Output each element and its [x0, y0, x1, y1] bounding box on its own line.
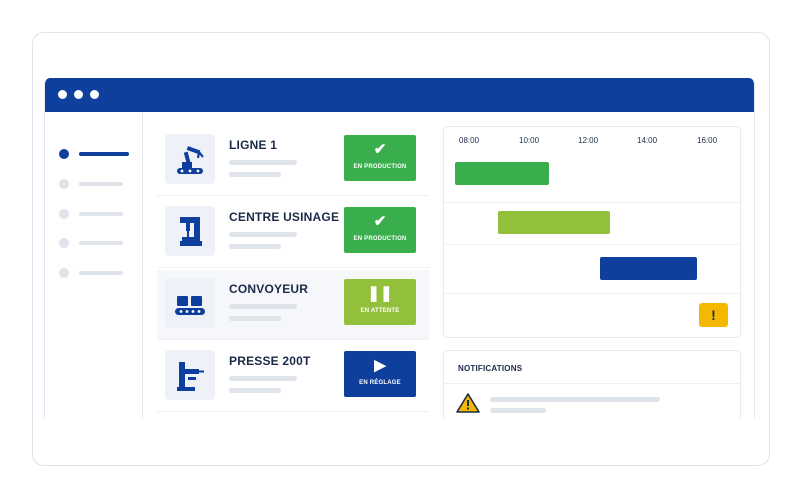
notifications-title: NOTIFICATIONS	[458, 364, 523, 373]
notifications-panel: NOTIFICATIONS	[443, 350, 741, 418]
gantt-bar-waiting[interactable]	[498, 211, 610, 234]
cnc-machine-icon	[165, 206, 215, 256]
machine-name: CONVOYEUR	[229, 282, 309, 296]
machine-row[interactable]: LIGNE 1 ✔ EN PRODUCTION	[157, 126, 429, 196]
gantt-timeline: 08:00 10:00 12:00 14:00 16:00 !	[443, 126, 741, 338]
sidebar-item-placeholder	[79, 241, 123, 245]
sidebar-bullet	[59, 209, 69, 219]
conveyor-icon	[165, 278, 215, 328]
robot-arm-icon	[165, 134, 215, 184]
machine-list: LIGNE 1 ✔ EN PRODUCTION CENTRE USINAGE ✔…	[157, 126, 429, 418]
sidebar-bullet	[59, 179, 69, 189]
status-button-production[interactable]: ✔ EN PRODUCTION	[344, 207, 416, 253]
sidebar-item-3[interactable]	[59, 208, 131, 220]
text-placeholder	[490, 397, 660, 402]
app-window: LIGNE 1 ✔ EN PRODUCTION CENTRE USINAGE ✔…	[44, 78, 755, 418]
machine-row[interactable]: CONVOYEUR ❚❚ EN ATTENTE	[157, 270, 429, 340]
window-dot-3	[90, 90, 99, 99]
sidebar-bullet	[59, 268, 69, 278]
status-button-production[interactable]: ✔ EN PRODUCTION	[344, 135, 416, 181]
machine-name: CENTRE USINAGE	[229, 210, 340, 224]
check-icon: ✔	[373, 141, 387, 158]
check-icon: ✔	[373, 213, 387, 230]
sidebar-bullet	[59, 149, 69, 159]
sidebar-item-2[interactable]	[59, 178, 131, 190]
window-dot-1	[58, 90, 67, 99]
time-label: 12:00	[578, 136, 599, 145]
machine-name: LIGNE 1	[229, 138, 278, 152]
text-placeholder	[490, 408, 546, 413]
sidebar-item-placeholder	[79, 212, 123, 216]
text-placeholder	[229, 244, 281, 249]
window-dot-2	[74, 90, 83, 99]
sidebar-item-5[interactable]	[59, 267, 131, 279]
status-button-setup[interactable]: ▶ EN RÉGLAGE	[344, 351, 416, 397]
gantt-bar-setup[interactable]	[600, 257, 697, 280]
status-label: EN PRODUCTION	[353, 236, 407, 242]
title-bar	[45, 78, 754, 112]
text-placeholder	[229, 316, 281, 321]
warning-triangle-icon	[456, 393, 480, 413]
time-label: 10:00	[519, 136, 540, 145]
text-placeholder	[229, 172, 281, 177]
text-placeholder	[229, 304, 297, 309]
row-divider	[444, 293, 740, 294]
notification-item[interactable]	[444, 384, 740, 418]
machine-row[interactable]: PRESSE 200T ▶ EN RÉGLAGE	[157, 342, 429, 412]
time-label: 08:00	[459, 136, 480, 145]
exclamation-icon[interactable]: !	[699, 303, 728, 327]
row-divider	[444, 244, 740, 245]
time-label: 16:00	[697, 136, 718, 145]
time-label: 14:00	[637, 136, 658, 145]
sidebar-item-4[interactable]	[59, 237, 131, 249]
status-label: EN PRODUCTION	[353, 164, 407, 170]
row-divider	[444, 202, 740, 203]
status-label: EN ATTENTE	[360, 308, 400, 314]
machine-name: PRESSE 200T	[229, 354, 311, 368]
sidebar-item-placeholder	[79, 182, 123, 186]
text-placeholder	[229, 160, 297, 165]
machine-row[interactable]: CENTRE USINAGE ✔ EN PRODUCTION	[157, 198, 429, 268]
sidebar-bullet	[59, 238, 69, 248]
play-icon: ▶	[374, 357, 386, 374]
status-button-waiting[interactable]: ❚❚ EN ATTENTE	[344, 279, 416, 325]
sidebar-item-placeholder	[79, 271, 123, 275]
status-label: EN RÉGLAGE	[359, 380, 401, 386]
gantt-bar-production[interactable]	[455, 162, 549, 185]
sidebar	[45, 112, 143, 418]
press-icon	[165, 350, 215, 400]
text-placeholder	[229, 376, 297, 381]
text-placeholder	[229, 232, 297, 237]
sidebar-item-1[interactable]	[59, 148, 131, 160]
pause-icon: ❚❚	[367, 285, 393, 302]
text-placeholder	[229, 388, 281, 393]
sidebar-item-placeholder	[79, 152, 129, 156]
